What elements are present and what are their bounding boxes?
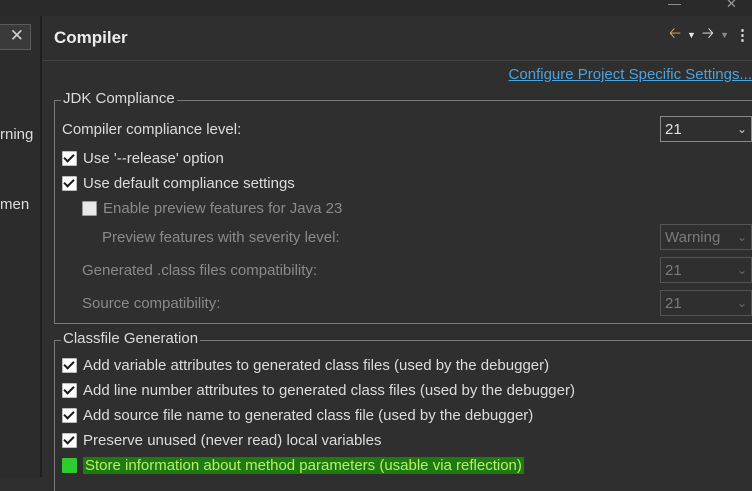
- window-top-strip: — ✕: [0, 0, 752, 16]
- compliance-level-value: 21: [665, 120, 682, 138]
- preview-severity-row: Preview features with severity level:: [102, 227, 340, 247]
- generated-compat-select[interactable]: 21 ⌄: [660, 257, 752, 283]
- source-file-name-label: Add source file name to generated class …: [83, 406, 534, 424]
- method-parameters-checkbox[interactable]: [62, 457, 77, 473]
- generated-compat-value: 21: [665, 261, 682, 279]
- chevron-down-icon: ⌄: [736, 230, 748, 244]
- forward-arrow-icon[interactable]: 🡢: [702, 23, 714, 48]
- preview-severity-value: Warning: [665, 228, 721, 246]
- default-compliance-checkbox[interactable]: [62, 175, 77, 191]
- classfile-generation-group: Classfile Generation Add variable attrib…: [54, 330, 752, 491]
- variable-attributes-label: Add variable attributes to generated cla…: [83, 356, 550, 374]
- tree-item-partial[interactable]: rning: [0, 126, 33, 143]
- method-parameters-label: Store information about method parameter…: [83, 456, 524, 474]
- line-number-attributes-label: Add line number attributes to generated …: [83, 381, 575, 399]
- compliance-level-label: Compiler compliance level:: [62, 120, 242, 138]
- preferences-tree-pane: ✕ rning men: [0, 16, 40, 477]
- generated-compat-row: Generated .class files compatibility:: [82, 260, 317, 280]
- release-option-row[interactable]: Use '--release' option: [62, 148, 224, 168]
- configure-project-settings-link[interactable]: Configure Project Specific Settings...: [509, 66, 752, 83]
- compliance-level-row: Compiler compliance level:: [62, 119, 241, 139]
- jdk-compliance-legend: JDK Compliance: [61, 90, 177, 107]
- variable-attributes-row[interactable]: Add variable attributes to generated cla…: [62, 355, 549, 375]
- source-file-name-checkbox[interactable]: [62, 407, 77, 423]
- preview-features-row[interactable]: Enable preview features for Java 23: [82, 198, 342, 218]
- tree-item-partial[interactable]: men: [0, 196, 29, 213]
- header-divider: [42, 60, 752, 61]
- back-dropdown-icon[interactable]: ▼: [687, 30, 696, 40]
- clear-filter-icon[interactable]: ✕: [10, 26, 24, 46]
- chevron-down-icon: ⌄: [736, 122, 748, 136]
- default-compliance-row[interactable]: Use default compliance settings: [62, 173, 295, 193]
- jdk-compliance-group: JDK Compliance Compiler compliance level…: [54, 90, 752, 324]
- preview-severity-label: Preview features with severity level:: [102, 228, 340, 246]
- source-compat-select[interactable]: 21 ⌄: [660, 290, 752, 316]
- header-nav: 🡠 ▼ 🡢 ▼ ⋮: [669, 24, 750, 46]
- view-menu-icon[interactable]: ⋮: [735, 26, 750, 44]
- preview-features-checkbox[interactable]: [82, 200, 97, 216]
- default-compliance-label: Use default compliance settings: [83, 174, 295, 192]
- classfile-generation-legend: Classfile Generation: [61, 330, 201, 347]
- line-number-attributes-checkbox[interactable]: [62, 382, 77, 398]
- chevron-down-icon: ⌄: [736, 296, 748, 310]
- filter-input[interactable]: ✕: [0, 24, 31, 50]
- source-compat-label: Source compatibility:: [82, 294, 221, 312]
- compiler-page: Compiler 🡠 ▼ 🡢 ▼ ⋮ Configure Project Spe…: [42, 16, 752, 491]
- back-arrow-icon[interactable]: 🡠: [669, 23, 681, 48]
- preserve-unused-row[interactable]: Preserve unused (never read) local varia…: [62, 430, 381, 450]
- close-window-icon[interactable]: ✕: [726, 0, 737, 12]
- forward-dropdown-icon[interactable]: ▼: [720, 30, 729, 40]
- method-parameters-row[interactable]: Store information about method parameter…: [62, 455, 524, 475]
- line-number-attributes-row[interactable]: Add line number attributes to generated …: [62, 380, 575, 400]
- variable-attributes-checkbox[interactable]: [62, 357, 77, 373]
- generated-compat-label: Generated .class files compatibility:: [82, 261, 318, 279]
- preview-features-label: Enable preview features for Java 23: [103, 199, 343, 217]
- source-compat-row: Source compatibility:: [82, 293, 220, 313]
- release-option-checkbox[interactable]: [62, 150, 77, 166]
- source-file-name-row[interactable]: Add source file name to generated class …: [62, 405, 533, 425]
- preserve-unused-checkbox[interactable]: [62, 432, 77, 448]
- minimize-icon[interactable]: —: [668, 0, 681, 11]
- source-compat-value: 21: [665, 294, 682, 312]
- preview-severity-select[interactable]: Warning ⌄: [660, 224, 752, 250]
- chevron-down-icon: ⌄: [736, 263, 748, 277]
- compliance-level-select[interactable]: 21 ⌄: [660, 116, 752, 142]
- preserve-unused-label: Preserve unused (never read) local varia…: [83, 431, 382, 449]
- page-title: Compiler: [54, 28, 128, 47]
- release-option-label: Use '--release' option: [83, 149, 224, 167]
